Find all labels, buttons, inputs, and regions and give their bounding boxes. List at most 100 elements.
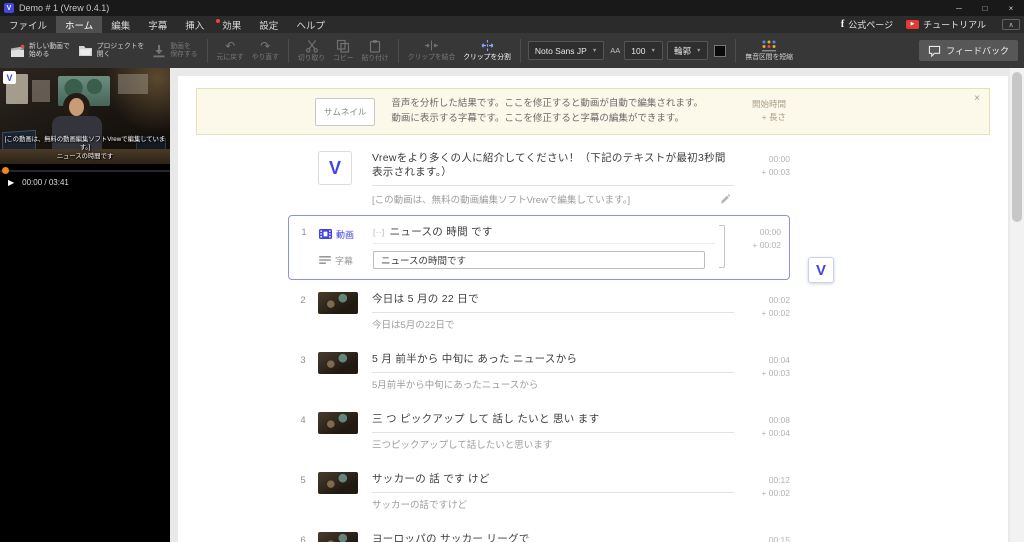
clip-thumbnail[interactable] <box>318 292 358 315</box>
clip-thumbnail[interactable] <box>318 352 358 375</box>
merge-clips-button[interactable]: クリップを結合 <box>404 37 460 64</box>
clip-row[interactable]: 5 サッカーの 話 です けど サッカーの話ですけど 00:12 + 00:02 <box>288 463 790 523</box>
clip-times: 00:04 + 00:03 <box>761 355 790 379</box>
menu-file[interactable]: ファイル <box>0 16 56 33</box>
intro-row[interactable]: V Vrewをより多くの人に紹介してください！（下記のテキストが最初3秒間表示さ… <box>288 141 790 212</box>
clip-times: 00:02 + 00:02 <box>761 295 790 319</box>
chevron-down-icon: ▼ <box>591 47 598 54</box>
clipboard-icon <box>368 39 382 53</box>
toolbar-collapse-button[interactable]: ∧ <box>1002 19 1020 30</box>
clip-thumbnail[interactable] <box>318 532 358 542</box>
clip-times: 00:15+ 00:02 <box>768 535 790 542</box>
clip-thumbnail[interactable] <box>318 412 358 435</box>
editor-main: サムネイル 音声を分析した結果です。ここを修正すると動画が自動で編集されます。 … <box>170 68 1024 542</box>
scissors-icon <box>305 39 319 53</box>
font-family-select[interactable]: Noto Sans JP ▼ <box>527 41 605 60</box>
save-video-button[interactable]: 動画を 保存する <box>148 41 201 61</box>
clip-number: 1 <box>301 227 307 239</box>
clip-words[interactable]: サッカーの 話 です けど <box>372 472 734 494</box>
font-color-swatch[interactable] <box>714 44 727 57</box>
speech-bubble-icon <box>928 45 941 57</box>
clip-row[interactable]: 3 5 月 前半から 中旬に あった ニュースから 5月前半から中旬にあったニュ… <box>288 343 790 403</box>
cut-button[interactable]: 切り取り <box>294 37 329 65</box>
playback-timeline[interactable] <box>0 166 170 175</box>
menu-edit[interactable]: 編集 <box>102 16 139 33</box>
menu-effects[interactable]: 効果 <box>213 16 250 33</box>
close-icon[interactable]: × <box>974 93 980 104</box>
copy-icon <box>336 39 350 53</box>
menu-insert[interactable]: 挿入 <box>176 16 213 33</box>
subtitle-input[interactable] <box>373 251 705 270</box>
menu-help[interactable]: ヘルプ <box>287 16 334 33</box>
maximize-button[interactable]: □ <box>972 0 998 16</box>
feedback-button[interactable]: フィードバック <box>919 40 1018 61</box>
subtitle-track-label: 字幕 <box>319 254 373 267</box>
menu-subtitle[interactable]: 字幕 <box>139 16 176 33</box>
clip-words[interactable]: 5 月 前半から 中旬に あった ニュースから <box>372 352 734 374</box>
folder-icon <box>78 44 93 57</box>
facebook-icon: f <box>840 19 845 30</box>
clip-row[interactable]: 2 今日は 5 月の 22 日で 今日は5月の22日で 00:02 + 00:02 <box>288 283 790 343</box>
menubar-right: f 公式ページ ▶ チュートリアル ∧ <box>837 16 1024 33</box>
clip-row[interactable]: 6 ヨーロッパの サッカー リーグで ヨーロッパのサッカーリーグで 00:15+… <box>288 523 790 542</box>
clip-words[interactable]: [··] ニュースの 時間 です <box>373 224 715 245</box>
font-size-select[interactable]: 100 ▼ <box>624 41 663 60</box>
clip-thumbnail[interactable] <box>318 472 358 495</box>
video-preview[interactable]: V [この動画は、無料の動画編集ソフトVrewで編集しています。] ニュースの時… <box>0 68 170 164</box>
outline-select[interactable]: 輪郭 ▼ <box>666 41 709 60</box>
clip-subtitle[interactable]: 今日は5月の22日で <box>372 319 734 332</box>
titlebar: V Demo # 1 (Vrew 0.4.1) ─ □ × <box>0 0 1024 16</box>
scrollbar[interactable] <box>1010 68 1024 542</box>
intro-subtitle: [この動画は、無料の動画編集ソフトVrewで編集しています。] <box>372 195 631 207</box>
clip-row[interactable]: 4 三 つ ピックアップ して 話し たいと 思い ます 三つピックアップして話… <box>288 403 790 463</box>
shorten-silence-button[interactable]: 無音区間を短縮 <box>741 37 797 64</box>
youtube-icon: ▶ <box>906 20 920 29</box>
scrollbar-thumb[interactable] <box>1012 72 1022 222</box>
save-icon <box>152 44 166 58</box>
thumbnail-badge[interactable]: V <box>808 257 834 284</box>
notice-text: 音声を分析した結果です。ここを修正すると動画が自動で編集されます。 動画に表示す… <box>391 98 703 124</box>
content-area: V [この動画は、無料の動画編集ソフトVrewで編集しています。] ニュースの時… <box>0 68 1024 542</box>
new-video-button[interactable]: 新しい動画で 始める <box>6 41 74 61</box>
font-size-label: AA <box>610 46 621 55</box>
split-clip-button[interactable]: クリップを分割 <box>459 37 515 64</box>
vrew-logo-thumbnail: V <box>318 151 352 186</box>
clip-number: 2 <box>300 295 306 307</box>
player-controls: ▶ 00:00 / 03:41 <box>0 175 170 190</box>
time-column-header: 開始時間 + 長さ <box>751 99 786 122</box>
copy-button[interactable]: コピー <box>329 37 357 65</box>
clip-subtitle[interactable]: サッカーの話ですけど <box>372 499 734 512</box>
minimize-button[interactable]: ─ <box>946 0 972 16</box>
clip-number: 5 <box>300 475 306 487</box>
clip-number: 3 <box>300 355 306 367</box>
playhead-handle[interactable] <box>2 167 9 174</box>
menubar: ファイル ホーム 編集 字幕 挿入 効果 設定 ヘルプ f 公式ページ ▶ チュ… <box>0 16 1024 33</box>
tutorial-link[interactable]: ▶ チュートリアル <box>902 18 990 31</box>
silence-marker-icon: [··] <box>373 226 385 237</box>
official-page-link[interactable]: f 公式ページ <box>837 18 897 31</box>
menu-settings[interactable]: 設定 <box>250 16 287 33</box>
clip-row-selected[interactable]: 1 動画 [··] ニュースの 時間 です 字幕 ニュースの時間です 00:00… <box>288 215 790 281</box>
clip-words[interactable]: 今日は 5 月の 22 日で <box>372 292 734 314</box>
open-project-button[interactable]: プロジェクトを 開く <box>74 41 149 61</box>
edit-pencil-icon[interactable] <box>720 194 730 204</box>
redo-icon: ↷ <box>260 38 271 53</box>
menu-home[interactable]: ホーム <box>56 16 103 33</box>
thumbnail-column-tag: サムネイル <box>315 97 376 126</box>
redo-button[interactable]: ↷ やり直す <box>248 38 283 64</box>
clip-words[interactable]: 三 つ ピックアップ して 話し たいと 思い ます <box>372 412 734 434</box>
close-button[interactable]: × <box>998 0 1024 16</box>
clip-words[interactable]: ヨーロッパの サッカー リーグで <box>372 532 734 542</box>
paste-button[interactable]: 貼り付け <box>358 37 393 65</box>
clip-subtitle[interactable]: 5月前半から中旬にあったニュースから <box>372 379 734 392</box>
play-button[interactable]: ▶ <box>8 178 14 187</box>
clip-times: 00:08 + 00:04 <box>761 415 790 439</box>
undo-button[interactable]: ↶ 元に戻す <box>213 38 248 64</box>
preview-caption: [この動画は、無料の動画編集ソフトVrewで編集しています。] ニュースの時間で… <box>4 135 166 160</box>
clip-subtitle[interactable]: 三つピックアップして話したいと思います <box>372 439 734 452</box>
split-clip-icon <box>480 39 495 52</box>
toolbar: 新しい動画で 始める プロジェクトを 開く 動画を 保存する ↶ 元に戻す ↷ … <box>0 33 1024 68</box>
intro-title: Vrewをより多くの人に紹介してください！（下記のテキストが最初3秒間表示されま… <box>372 151 734 187</box>
window-title: Demo # 1 (Vrew 0.4.1) <box>19 3 110 13</box>
intro-times: 00:00 + 00:03 <box>761 154 790 178</box>
